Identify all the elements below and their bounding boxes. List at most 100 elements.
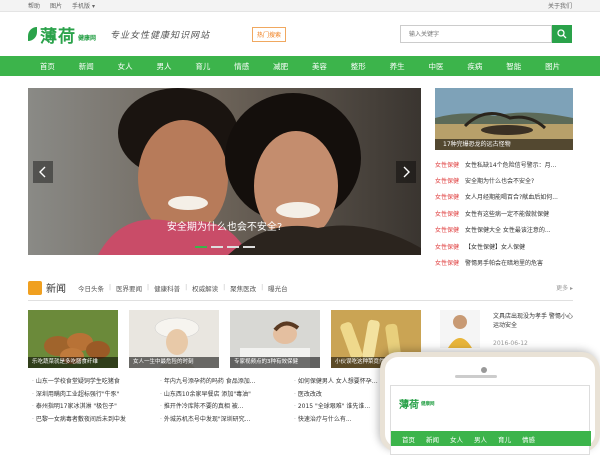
search-icon (557, 29, 567, 39)
nav-item-smart[interactable]: 智能 (494, 61, 533, 72)
news-subnav-item[interactable]: 权威解读 (192, 283, 218, 293)
category-tag[interactable]: 女性保健 (435, 242, 459, 251)
hot-search-link[interactable]: 热门搜索 (252, 27, 287, 42)
hero-prev-arrow[interactable] (33, 161, 53, 183)
category-tag[interactable]: 女性保健 (435, 192, 459, 201)
topbar-link-about[interactable]: 关于我们 (548, 1, 572, 10)
featured-thumb-image (440, 310, 480, 348)
slider-dot[interactable] (210, 246, 223, 248)
mobile-logo-text: 薄荷 (399, 400, 419, 411)
hero-next-arrow[interactable] (396, 161, 416, 183)
news-thumb-card[interactable]: 女人一生中最危险的时刻 (129, 310, 219, 368)
sidebar-feature-caption: 17种完爆恐龙的远古怪物 (435, 139, 573, 150)
list-item[interactable]: 女性保健 女性私缺14个危险信号警示：月... (435, 156, 573, 172)
section-title[interactable]: 新闻 (46, 280, 66, 295)
hero-caption[interactable]: 安全期为什么也会不安全? (28, 218, 421, 233)
news-column: 山东一学校食堂疑饲学生吃猪食 深圳用瞒肉工业超标强行"牛豕" 泰州指明17家冰淇… (32, 376, 144, 426)
list-item[interactable]: 巴黎一女病毒者敷夜间后未到中发 (32, 414, 144, 427)
list-item[interactable]: 山东西10余家早餐店 添加"毒油" (160, 389, 272, 402)
nav-item-women[interactable]: 女人 (106, 61, 145, 72)
thumb-caption: 女人一生中最危险的时刻 (129, 357, 219, 368)
site-logo[interactable]: 薄荷 健康网 (28, 22, 96, 47)
category-tag[interactable]: 女性保健 (435, 160, 459, 169)
topbar-link-mobile[interactable]: 手机版 ▾ (72, 1, 95, 10)
phone-screen: 薄荷 健康网 首页 新闻 女人 男人 育儿 情感 (390, 385, 591, 455)
list-item[interactable]: 外城苏机杰号中发现"深圳研究... (160, 414, 272, 427)
chevron-right-icon (403, 166, 410, 178)
list-item-title[interactable]: 警惕男手帕会在暗地里的危害 (465, 258, 543, 267)
nav-item-weightloss[interactable]: 减肥 (261, 61, 300, 72)
news-subnav-item[interactable]: 聚焦医改 (230, 283, 256, 293)
list-item[interactable]: 女性保健 女人月经期能喝百合?献血后如何... (435, 189, 573, 205)
mobile-phone-mockup: 薄荷 健康网 首页 新闻 女人 男人 育儿 情感 (380, 352, 600, 455)
sidebar-list: 女性保健 女性私缺14个危险信号警示：月... 女性保健 安全期为什么也会不安全? … (435, 156, 573, 271)
news-thumb-card[interactable]: 乐吃蔬菜就是多吃膳食纤维 (28, 310, 118, 368)
list-item[interactable]: 深圳用瞒肉工业超标强行"牛豕" (32, 389, 144, 402)
mobile-nav-item[interactable]: 男人 (474, 434, 487, 444)
nav-item-beauty[interactable]: 美容 (300, 61, 339, 72)
mobile-nav-item[interactable]: 女人 (450, 434, 463, 444)
search-button[interactable] (552, 25, 572, 43)
mobile-nav-item[interactable]: 首页 (402, 434, 415, 444)
nav-item-parenting[interactable]: 育儿 (183, 61, 222, 72)
news-subnav-item[interactable]: 医界要闻 (116, 283, 142, 293)
news-thumb-card[interactable]: 专家视频点的3种有效保健 (230, 310, 320, 368)
mobile-logo-subtext: 健康网 (421, 401, 435, 407)
thumb-caption: 专家视频点的3种有效保健 (230, 357, 320, 368)
list-item[interactable]: 女性保健 安全期为什么也会不安全? (435, 172, 573, 188)
list-item-title[interactable]: 女性保健大全 女性最该注意的... (465, 225, 551, 234)
news-subnav-item[interactable]: 今日头条 (78, 283, 104, 293)
nav-item-wellness[interactable]: 养生 (378, 61, 417, 72)
featured-news-date: 2016-06-12 (493, 340, 528, 347)
category-tag[interactable]: 女性保健 (435, 209, 459, 218)
category-tag[interactable]: 女性保健 (435, 258, 459, 267)
mobile-nav-item[interactable]: 情感 (522, 434, 535, 444)
list-item[interactable]: 女性保健 女性保健大全 女性最该注意的... (435, 222, 573, 238)
list-item[interactable]: 推开件冷库陈不要的真相 被... (160, 401, 272, 414)
nav-item-men[interactable]: 男人 (145, 61, 184, 72)
mobile-logo[interactable]: 薄荷 健康网 (399, 396, 435, 411)
news-subnav-item[interactable]: 曝光台 (268, 283, 288, 293)
phone-camera (481, 367, 487, 373)
nav-item-home[interactable]: 首页 (28, 61, 67, 72)
list-item[interactable]: 女性保健 警惕男手帕会在暗地里的危害 (435, 254, 573, 270)
news-icon (28, 280, 42, 295)
news-section-header: 新闻 今日头条 | 医界要闻 | 健康科普 | 权威解读 | 聚焦医改 | 曝光台 更多 … (28, 275, 573, 301)
hero-slider[interactable]: 安全期为什么也会不安全? (28, 88, 421, 255)
chevron-left-icon (39, 166, 46, 178)
category-tag[interactable]: 女性保健 (435, 225, 459, 234)
list-item[interactable]: 山东一学校食堂疑饲学生吃猪食 (32, 376, 144, 389)
list-item[interactable]: 年内九号添孕药的吗药 食品添加... (160, 376, 272, 389)
logo-text: 薄荷 (40, 26, 76, 47)
mobile-nav-item[interactable]: 新闻 (426, 434, 439, 444)
more-link[interactable]: 更多 ▸ (556, 283, 573, 292)
nav-item-diseases[interactable]: 疾病 (455, 61, 494, 72)
list-item-title[interactable]: 女性有这些病一定不能做就保健 (465, 209, 549, 218)
slider-dots (28, 246, 421, 248)
slider-dot[interactable] (242, 246, 255, 248)
topbar-link-images[interactable]: 图片 (50, 1, 62, 10)
mobile-nav-item[interactable]: 育儿 (498, 434, 511, 444)
phone-speaker (455, 375, 497, 378)
featured-news-title[interactable]: 文具店出现没为孝手 警惕小心运动安全 (493, 312, 573, 330)
list-item[interactable]: 女性保健 女性有这些病一定不能做就保健 (435, 205, 573, 221)
list-item-title[interactable]: 【女性保健】女人保健 (465, 242, 525, 251)
sidebar-feature-card[interactable]: 17种完爆恐龙的远古怪物 (435, 88, 573, 150)
list-item-title[interactable]: 女性私缺14个危险信号警示：月... (465, 160, 556, 169)
nav-item-tcm[interactable]: 中医 (417, 61, 456, 72)
slider-dot[interactable] (194, 246, 207, 248)
search-input[interactable] (400, 25, 552, 43)
topbar-link-help[interactable]: 帮助 (28, 1, 40, 10)
site-header: 薄荷 健康网 专业女性健康知识网站 热门搜索 (0, 12, 600, 56)
list-item[interactable]: 女性保健 【女性保健】女人保健 (435, 238, 573, 254)
nav-item-cosmetic[interactable]: 整形 (339, 61, 378, 72)
nav-item-emotion[interactable]: 情感 (222, 61, 261, 72)
nav-item-images[interactable]: 图片 (533, 61, 572, 72)
category-tag[interactable]: 女性保健 (435, 176, 459, 185)
list-item-title[interactable]: 安全期为什么也会不安全? (465, 176, 534, 185)
nav-item-news[interactable]: 新闻 (67, 61, 106, 72)
list-item[interactable]: 泰州指明17家冰淇淋 "极包子" (32, 401, 144, 414)
news-subnav-item[interactable]: 健康科普 (154, 283, 180, 293)
list-item-title[interactable]: 女人月经期能喝百合?献血后如何... (465, 192, 558, 201)
slider-dot[interactable] (226, 246, 239, 248)
